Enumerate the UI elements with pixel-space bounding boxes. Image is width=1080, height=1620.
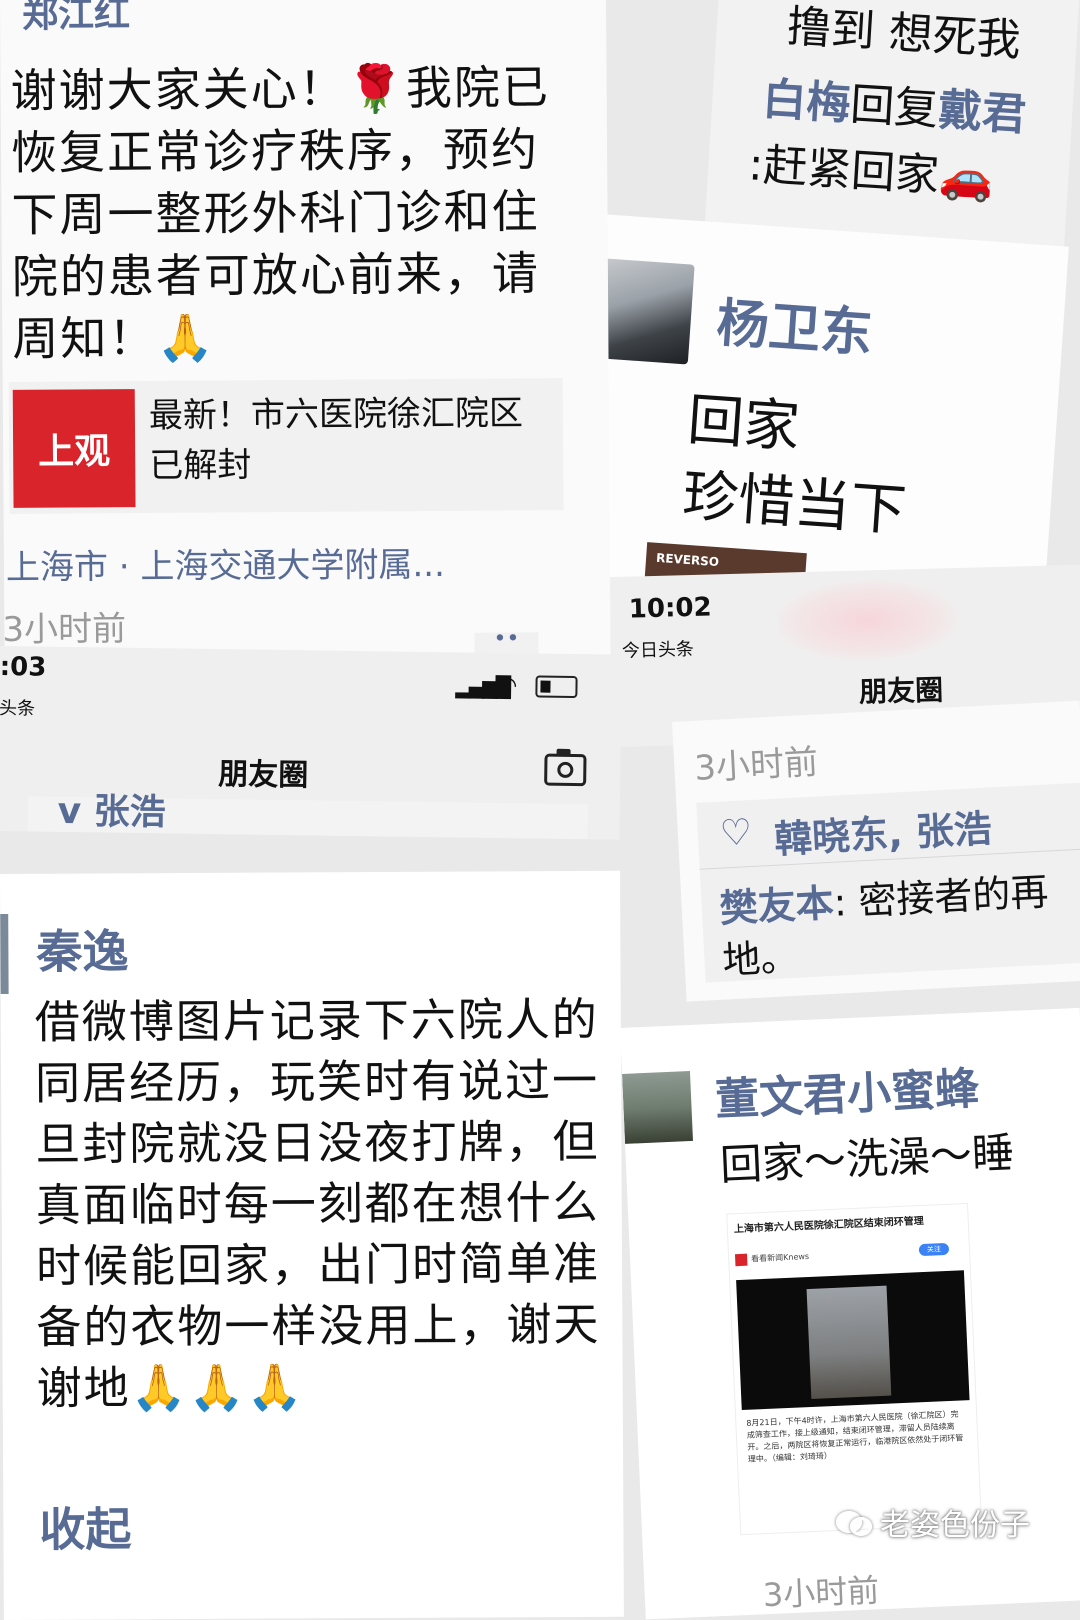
post-text: 谢谢大家关心！🌹我院已恢复正常诊疗秩序，预约下周一整形外科门诊和住院的患者可放心… xyxy=(10,60,551,366)
shared-article-screenshot[interactable]: 上海市第六人民医院徐汇院区结束闭环管理 看看新闻Knews 关注 8月21日，下… xyxy=(726,1202,983,1536)
likes-list[interactable]: 韓晓东, 张浩 xyxy=(773,797,993,863)
reply-user[interactable]: 白梅 xyxy=(761,74,852,130)
heart-icon: ♡ xyxy=(718,811,754,855)
post-author[interactable]: 郑江红 xyxy=(22,0,130,38)
wifi-icon: ◠ xyxy=(496,670,518,700)
status-nav-bar-left: :03 头条 ▂▄▆█ ◠ 朋友圈 v 张浩 xyxy=(0,646,622,840)
article-body: 8月21日，下午4时许，上海市第六人民医院（徐汇院区）完成筛查工作，接上级通知，… xyxy=(746,1409,964,1464)
reply-word: 回复 xyxy=(848,79,940,136)
likes-comments-fragment: 3小时前 ♡ 韓晓东, 张浩 樊友本: 密接者的再 地。 xyxy=(672,700,1080,1002)
comment-fragment-top-right: 撸到 想死我 白梅回复戴君 :赶紧回家🚗 xyxy=(704,0,1080,250)
comment-line: 撸到 想死我 xyxy=(785,1,1023,67)
source-logo-icon xyxy=(734,1253,748,1267)
comment: 樊友本: 密接者的再 xyxy=(718,861,1050,933)
collapse-link[interactable]: 收起 xyxy=(39,1493,131,1559)
blur-patch xyxy=(776,578,959,663)
post-location[interactable]: 上海市 · 上海交通大学附属... xyxy=(6,537,445,589)
post-text-line: 回家 xyxy=(685,387,802,461)
moment-post-qin: 秦逸 借微博图片记录下六院人的同居经历，玩笑时有说过一旦封院就没日没夜打牌，但真… xyxy=(0,870,624,1620)
post-text: 回家～洗澡～睡 xyxy=(719,1127,1015,1190)
watermark: 老姿色份子 xyxy=(836,1500,1030,1544)
back-app-label[interactable]: 今日头条 xyxy=(622,635,695,663)
post-time: 3小时前 xyxy=(762,1571,880,1615)
post-author[interactable]: 董文君小蜜蜂 xyxy=(714,1052,981,1127)
reply-text: :赶紧回家🚗 xyxy=(746,139,996,206)
card-title: 最新！市六医院徐汇院区已解封 xyxy=(148,393,524,486)
likes-comment-box: ♡ 韓晓东, 张浩 樊友本: 密接者的再 地。 xyxy=(696,781,1080,983)
post-time: 3小时前 xyxy=(693,742,820,789)
commenter[interactable]: 樊友本 xyxy=(719,881,835,931)
follow-button: 关注 xyxy=(918,1242,950,1257)
battery-icon xyxy=(535,675,578,699)
comment-cont: 地。 xyxy=(721,934,800,983)
image-text: REVERSO xyxy=(655,550,720,570)
nav-title: 朋友圈 xyxy=(858,673,944,709)
post-text-line: 珍惜当下 xyxy=(680,463,909,544)
avatar[interactable] xyxy=(622,1070,693,1144)
wechat-icon xyxy=(836,1509,872,1536)
status-clock: 10:02 xyxy=(628,592,712,625)
back-app-label[interactable]: 头条 xyxy=(0,694,35,721)
shared-link-card[interactable]: 上观 最新！市六医院徐汇院区已解封 xyxy=(8,378,564,514)
reply-target[interactable]: 戴君 xyxy=(937,85,1028,141)
card-thumbnail: 上观 xyxy=(12,389,136,508)
watermark-text: 老姿色份子 xyxy=(880,1508,1030,1543)
moment-post-zheng: 郑江红 谢谢大家关心！🌹我院已恢复正常诊疗秩序，预约下周一整形外科门诊和住院的患… xyxy=(0,0,611,672)
camera-icon[interactable] xyxy=(544,753,587,787)
post-author[interactable]: 秦逸 xyxy=(36,915,128,981)
post-author[interactable]: 杨卫东 xyxy=(714,281,875,367)
cut-off-like-row: v 张浩 xyxy=(27,791,588,840)
post-time: 3小时前 xyxy=(2,609,127,650)
avatar[interactable] xyxy=(0,913,9,995)
post-text: 借微博图片记录下六院人的同居经历，玩笑时有说过一旦封院就没日没夜打牌，但真面临时… xyxy=(34,992,601,1415)
status-clock: :03 xyxy=(0,651,47,683)
article-video xyxy=(736,1270,970,1411)
article-title: 上海市第六人民医院徐汇院区结束闭环管理 xyxy=(733,1215,924,1236)
comment-text: : 密接者的再 xyxy=(832,869,1050,925)
nav-title: 朋友圈 xyxy=(217,757,309,794)
